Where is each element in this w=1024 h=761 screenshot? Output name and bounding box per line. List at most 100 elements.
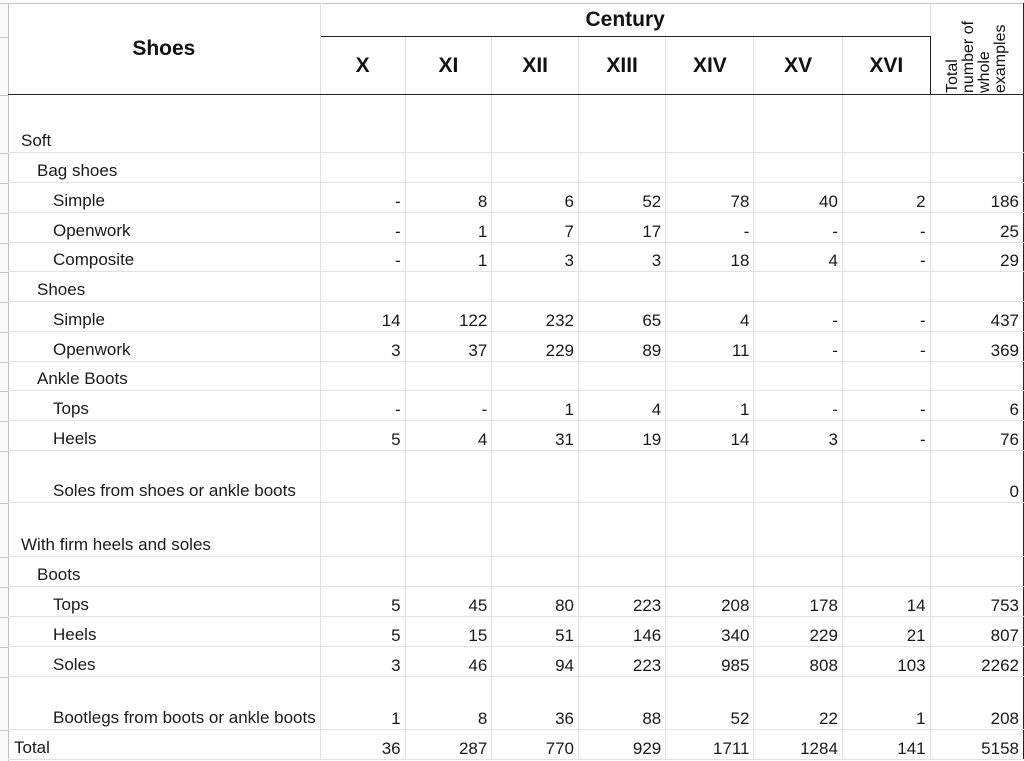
value-cell[interactable]: [753, 450, 843, 503]
century-column-header[interactable]: XI: [404, 36, 493, 95]
value-cell[interactable]: 1: [404, 242, 493, 272]
value-cell[interactable]: 1: [404, 212, 493, 243]
value-cell[interactable]: [753, 556, 843, 587]
total-value-cell[interactable]: 141: [841, 729, 931, 760]
value-cell[interactable]: [665, 556, 755, 587]
value-cell[interactable]: [404, 556, 493, 587]
total-cell[interactable]: [929, 271, 1024, 302]
total-cell[interactable]: 6: [929, 390, 1024, 421]
value-cell[interactable]: [577, 271, 667, 302]
value-cell[interactable]: [665, 271, 755, 302]
value-cell[interactable]: [319, 361, 406, 391]
row-label[interactable]: With firm heels and soles: [8, 502, 321, 557]
value-cell[interactable]: 52: [665, 676, 755, 730]
total-cell[interactable]: 208: [929, 676, 1024, 730]
value-cell[interactable]: 22: [753, 676, 843, 730]
value-cell[interactable]: [319, 94, 406, 153]
value-cell[interactable]: 45: [404, 586, 493, 617]
total-cell[interactable]: 753: [929, 586, 1024, 617]
value-cell[interactable]: -: [841, 420, 931, 451]
century-column-header[interactable]: XIV: [665, 36, 755, 95]
total-cell[interactable]: 437: [929, 301, 1024, 332]
value-cell[interactable]: [577, 361, 667, 391]
row-label[interactable]: Openwork: [8, 212, 321, 243]
row-label[interactable]: Soles from shoes or ankle boots: [8, 450, 321, 503]
row-label[interactable]: Openwork: [8, 331, 321, 362]
value-cell[interactable]: [404, 450, 493, 503]
value-cell[interactable]: 14: [841, 586, 931, 617]
value-cell[interactable]: -: [841, 212, 931, 243]
value-cell[interactable]: 14: [665, 420, 755, 451]
value-cell[interactable]: 36: [491, 676, 579, 730]
row-label[interactable]: Heels: [8, 420, 321, 451]
value-cell[interactable]: 78: [665, 182, 755, 213]
value-cell[interactable]: 3: [491, 242, 579, 272]
row-label[interactable]: Shoes: [8, 271, 321, 302]
row-label[interactable]: Tops: [8, 390, 321, 421]
value-cell[interactable]: [841, 450, 931, 503]
total-cell[interactable]: 25: [929, 212, 1024, 243]
value-cell[interactable]: 3: [319, 646, 406, 677]
value-cell[interactable]: 88: [577, 676, 667, 730]
value-cell[interactable]: 37: [404, 331, 493, 362]
value-cell[interactable]: 31: [491, 420, 579, 451]
value-cell[interactable]: -: [841, 390, 931, 421]
value-cell[interactable]: -: [319, 212, 406, 243]
value-cell[interactable]: 3: [319, 331, 406, 362]
shoes-header[interactable]: Shoes: [8, 3, 321, 95]
value-cell[interactable]: 21: [841, 616, 931, 647]
value-cell[interactable]: [841, 361, 931, 391]
value-cell[interactable]: 46: [404, 646, 493, 677]
value-cell[interactable]: [753, 502, 843, 557]
value-cell[interactable]: [404, 94, 493, 153]
value-cell[interactable]: 223: [577, 586, 667, 617]
total-value-cell[interactable]: 5158: [929, 729, 1024, 760]
value-cell[interactable]: 7: [491, 212, 579, 243]
value-cell[interactable]: 1: [665, 390, 755, 421]
value-cell[interactable]: [319, 502, 406, 557]
value-cell[interactable]: [753, 361, 843, 391]
value-cell[interactable]: [319, 450, 406, 503]
row-label[interactable]: Simple: [8, 182, 321, 213]
value-cell[interactable]: 65: [577, 301, 667, 332]
value-cell[interactable]: [404, 361, 493, 391]
value-cell[interactable]: [753, 271, 843, 302]
value-cell[interactable]: [491, 271, 579, 302]
total-value-cell[interactable]: 1711: [665, 729, 755, 760]
value-cell[interactable]: 17: [577, 212, 667, 243]
value-cell[interactable]: [491, 152, 579, 183]
value-cell[interactable]: 808: [753, 646, 843, 677]
total-cell[interactable]: 76: [929, 420, 1024, 451]
value-cell[interactable]: 1: [841, 676, 931, 730]
value-cell[interactable]: -: [841, 242, 931, 272]
total-cell[interactable]: 369: [929, 331, 1024, 362]
value-cell[interactable]: -: [319, 182, 406, 213]
row-label[interactable]: Bootlegs from boots or ankle boots: [8, 676, 321, 730]
value-cell[interactable]: 223: [577, 646, 667, 677]
value-cell[interactable]: -: [319, 242, 406, 272]
value-cell[interactable]: 103: [841, 646, 931, 677]
row-label[interactable]: Composite: [8, 242, 321, 272]
value-cell[interactable]: 340: [665, 616, 755, 647]
value-cell[interactable]: [665, 94, 755, 153]
total-value-cell[interactable]: 770: [491, 729, 579, 760]
value-cell[interactable]: [665, 450, 755, 503]
value-cell[interactable]: [665, 502, 755, 557]
value-cell[interactable]: 8: [404, 676, 493, 730]
value-cell[interactable]: [841, 502, 931, 557]
total-cell[interactable]: 0: [929, 450, 1024, 503]
value-cell[interactable]: [577, 556, 667, 587]
value-cell[interactable]: 19: [577, 420, 667, 451]
value-cell[interactable]: [577, 94, 667, 153]
value-cell[interactable]: 4: [404, 420, 493, 451]
century-column-header[interactable]: XVI: [841, 36, 931, 95]
value-cell[interactable]: 94: [491, 646, 579, 677]
total-cell[interactable]: 186: [929, 182, 1024, 213]
value-cell[interactable]: 4: [577, 390, 667, 421]
value-cell[interactable]: 1: [319, 676, 406, 730]
century-column-header[interactable]: XII: [491, 36, 579, 95]
value-cell[interactable]: 1: [491, 390, 579, 421]
value-cell[interactable]: [841, 271, 931, 302]
value-cell[interactable]: 3: [577, 242, 667, 272]
row-label[interactable]: Bag shoes: [8, 152, 321, 183]
